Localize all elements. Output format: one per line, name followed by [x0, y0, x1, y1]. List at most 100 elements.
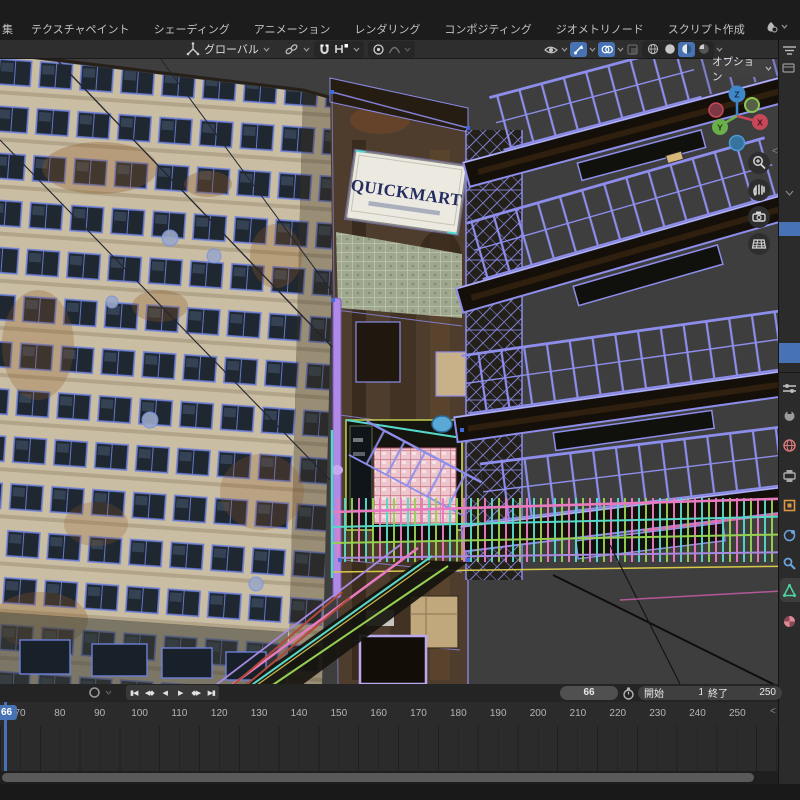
play-button[interactable]: ▶ — [173, 685, 189, 700]
camera-view-button[interactable] — [748, 206, 770, 228]
orientation-dropdown[interactable]: グローバル — [204, 41, 259, 57]
wireframe-icon — [647, 43, 659, 55]
chevron-down-icon[interactable] — [561, 47, 568, 52]
chevron-down-icon[interactable] — [404, 47, 411, 52]
blender-window: { "topbar": { "tabs": [ {"name":"tab-uv-… — [0, 0, 800, 800]
chevron-down-icon[interactable] — [303, 47, 310, 52]
shading-wireframe-button[interactable] — [644, 42, 661, 57]
tab-texture-paint[interactable]: テクスチャペイント — [19, 18, 142, 40]
tab-tool-properties[interactable] — [782, 408, 797, 423]
tab-output-properties[interactable] — [782, 468, 797, 483]
tab-data-properties[interactable] — [782, 583, 797, 598]
tab-physics-properties[interactable] — [782, 528, 797, 543]
ruler-tick: 220 — [609, 708, 626, 719]
options-dropdown[interactable]: オプション — [712, 60, 772, 77]
show-gizmo-icon[interactable] — [543, 43, 559, 56]
tab-animation[interactable]: アニメーション — [242, 18, 343, 40]
workspace-tabs: 集テクスチャペイントシェーディングアニメーションレンダリングコンポジティングジオ… — [0, 18, 800, 41]
ruler-tick: 170 — [410, 708, 427, 719]
timeline-editor: ▮◀◀◆◀▶◆▶▶▮ 66 開始 1 終了 250 70809010011012… — [0, 684, 778, 800]
chevron-down-icon[interactable] — [716, 47, 723, 52]
chevron-down-icon[interactable] — [617, 47, 624, 52]
end-frame-field[interactable]: 終了 250 — [702, 686, 782, 700]
chevron-down-icon[interactable] — [263, 47, 270, 52]
chevron-down-icon — [781, 24, 788, 29]
tab-geometry-nodes[interactable]: ジオメトリノード — [544, 18, 656, 40]
outliner-filter-icon[interactable] — [782, 44, 797, 57]
gizmos-toggle[interactable] — [570, 42, 587, 57]
chevron-down-icon — [105, 690, 112, 695]
properties-header-icon[interactable] — [782, 382, 797, 394]
timeline-collapse-chevron[interactable]: < — [770, 706, 776, 717]
snap-magnet-icon[interactable] — [318, 43, 331, 56]
tab-scripting[interactable]: スクリプト作成 — [656, 18, 757, 40]
ruler-tick: 190 — [490, 708, 507, 719]
topbar — [0, 0, 800, 18]
transform-orientation-icon — [186, 42, 200, 56]
stopwatch-icon[interactable] — [622, 687, 635, 700]
tab-world-properties[interactable] — [782, 438, 797, 453]
ruler-tick: 160 — [370, 708, 387, 719]
frame-ruler[interactable]: 7080901001101201301401501601701801902002… — [0, 702, 778, 726]
ruler-tick: 90 — [94, 708, 105, 719]
gizmo-arrow-icon — [573, 44, 584, 55]
collection-icon[interactable] — [782, 62, 795, 73]
tab-object-properties[interactable] — [782, 498, 797, 513]
axis-neg-y[interactable] — [745, 98, 759, 112]
apartment-building — [0, 53, 338, 684]
tab-material-properties[interactable] — [782, 614, 797, 629]
tab-modifier-properties[interactable] — [782, 556, 797, 571]
ruler-tick: 230 — [649, 708, 666, 719]
snap-with-icon[interactable] — [334, 43, 350, 55]
jump-to-end-button[interactable]: ▶▮ — [204, 685, 220, 700]
shading-material-button[interactable] — [678, 42, 695, 57]
ruler-tick: 240 — [689, 708, 706, 719]
start-frame-field[interactable]: 開始 1 — [638, 686, 710, 700]
viewport-header: グローバル — [0, 40, 800, 59]
chevron-down-icon[interactable] — [353, 47, 360, 52]
ruler-tick: 250 — [729, 708, 746, 719]
prev-keyframe-button[interactable]: ◀◆ — [142, 685, 158, 700]
tab-uv-editing-partial[interactable]: 集 — [0, 18, 19, 40]
timeline-scrollbar[interactable] — [2, 773, 754, 782]
end-frame-value: 250 — [759, 687, 776, 698]
overlays-toggle[interactable] — [598, 42, 615, 57]
timeline-track-area[interactable] — [0, 726, 778, 771]
lavender-window — [360, 636, 426, 684]
auto-keying-controls[interactable] — [88, 686, 112, 699]
axis-x-label: X — [757, 118, 763, 128]
chevron-down-icon[interactable] — [589, 47, 596, 52]
play-reverse-button[interactable]: ◀ — [157, 685, 173, 700]
shading-solid-button[interactable] — [661, 42, 678, 57]
current-frame-badge[interactable]: 66 — [0, 705, 17, 720]
tab-compositing[interactable]: コンポジティング — [432, 18, 543, 40]
blue-lamp — [432, 416, 452, 432]
snap-target-icon[interactable] — [284, 43, 299, 55]
zoom-button[interactable] — [748, 152, 770, 174]
timeline-header: ▮◀◀◆◀▶◆▶▶▮ 66 開始 1 終了 250 — [0, 684, 778, 702]
falloff-curve-icon[interactable] — [388, 44, 401, 55]
3d-viewport[interactable]: QUICKMART — [0, 0, 800, 800]
start-frame-label: 開始 — [644, 685, 664, 700]
panel-selected-row[interactable] — [779, 343, 800, 363]
timeline-scroll-row — [0, 771, 778, 784]
shading-rendered-button[interactable] — [695, 42, 712, 57]
auto-key-record-icon — [88, 686, 101, 699]
outliner-selected-row[interactable] — [779, 222, 800, 236]
pan-button[interactable] — [748, 179, 770, 201]
xray-toggle-icon[interactable] — [626, 43, 640, 56]
ruler-tick: 150 — [330, 708, 347, 719]
proportional-editing-icon[interactable] — [372, 43, 385, 56]
ruler-tick: 210 — [570, 708, 587, 719]
chevron-down-icon[interactable] — [785, 190, 794, 196]
perspective-toggle-button[interactable] — [748, 233, 770, 255]
tab-shading[interactable]: シェーディング — [142, 18, 242, 40]
ruler-tick: 130 — [251, 708, 268, 719]
tab-rendering[interactable]: レンダリング — [342, 18, 432, 40]
axis-neg-x[interactable] — [709, 103, 723, 117]
axis-neg-z[interactable] — [730, 136, 745, 151]
next-keyframe-button[interactable]: ◆▶ — [188, 685, 204, 700]
scene-selector[interactable] — [764, 20, 788, 33]
jump-to-start-button[interactable]: ▮◀ — [126, 685, 142, 700]
current-frame-field[interactable]: 66 — [560, 686, 618, 700]
